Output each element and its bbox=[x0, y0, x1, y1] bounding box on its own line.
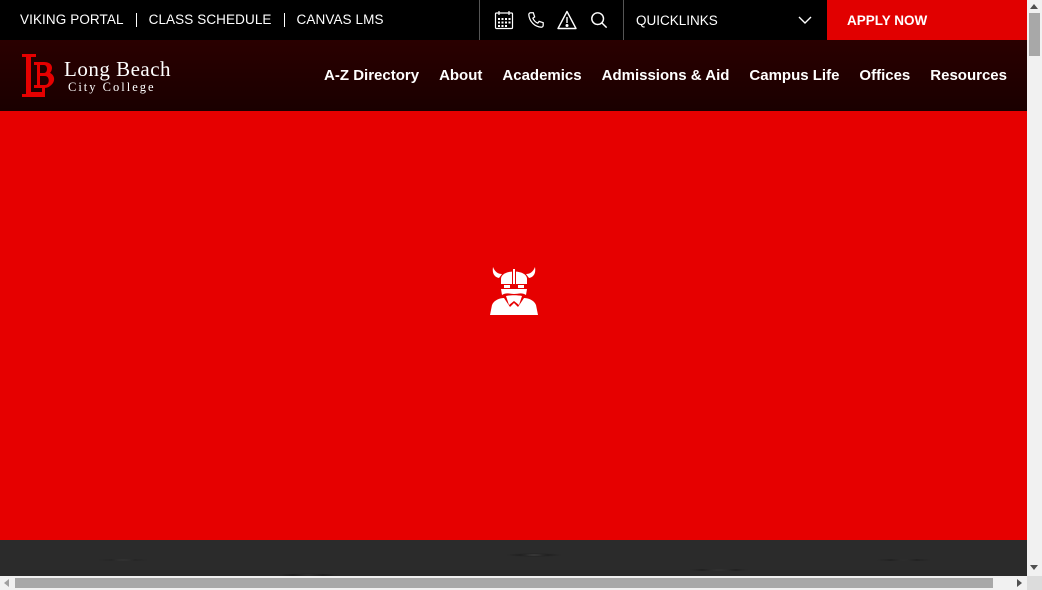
apply-now-button[interactable]: APPLY NOW bbox=[827, 0, 1027, 40]
lbcc-logo[interactable]: Long Beach City College bbox=[18, 52, 171, 100]
horizontal-scrollbar[interactable] bbox=[0, 576, 1027, 590]
hero-loading-area bbox=[0, 111, 1027, 540]
logo-wordmark: Long Beach City College bbox=[64, 58, 171, 94]
nav-item-admissions-aid[interactable]: Admissions & Aid bbox=[602, 67, 730, 84]
logo-line-2: City College bbox=[68, 80, 156, 94]
nav-item-campus-life[interactable]: Campus Life bbox=[749, 67, 839, 84]
page-viewport: VIKING PORTAL CLASS SCHEDULE CANVAS LMS bbox=[0, 0, 1027, 576]
vertical-scroll-thumb[interactable] bbox=[1029, 13, 1040, 56]
quicklinks-label: QUICKLINKS bbox=[636, 12, 718, 28]
class-schedule-link[interactable]: CLASS SCHEDULE bbox=[135, 13, 284, 27]
nav-item-az-directory[interactable]: A-Z Directory bbox=[324, 67, 419, 84]
viking-portal-link[interactable]: VIKING PORTAL bbox=[20, 13, 136, 27]
nav-item-about[interactable]: About bbox=[439, 67, 482, 84]
main-nav: A-Z Directory About Academics Admissions… bbox=[304, 40, 1007, 111]
horizontal-scroll-thumb[interactable] bbox=[15, 578, 993, 588]
scroll-left-arrow-icon[interactable] bbox=[4, 579, 9, 587]
nav-item-resources[interactable]: Resources bbox=[930, 67, 1007, 84]
utility-icons bbox=[479, 0, 624, 40]
canvas-lms-link[interactable]: CANVAS LMS bbox=[283, 13, 396, 27]
utility-links: VIKING PORTAL CLASS SCHEDULE CANVAS LMS bbox=[20, 0, 396, 40]
calendar-icon[interactable] bbox=[493, 9, 515, 31]
lb-monogram-icon bbox=[22, 54, 55, 97]
scroll-right-arrow-icon[interactable] bbox=[1017, 579, 1022, 587]
chevron-down-icon bbox=[797, 12, 813, 28]
main-header: Long Beach City College A-Z Directory Ab… bbox=[0, 40, 1027, 111]
decorative-texture-band bbox=[0, 540, 1027, 576]
utility-bar: VIKING PORTAL CLASS SCHEDULE CANVAS LMS bbox=[0, 0, 1027, 40]
scroll-up-arrow-icon[interactable] bbox=[1030, 4, 1038, 9]
scrollbar-corner bbox=[1027, 576, 1042, 590]
logo-line-1: Long Beach bbox=[64, 57, 172, 81]
viking-mascot-icon bbox=[490, 267, 538, 315]
vertical-scrollbar[interactable] bbox=[1027, 0, 1042, 576]
search-icon[interactable] bbox=[588, 9, 610, 31]
nav-item-offices[interactable]: Offices bbox=[859, 67, 910, 84]
alert-icon[interactable] bbox=[556, 9, 578, 31]
scroll-down-arrow-icon[interactable] bbox=[1030, 565, 1038, 570]
phone-icon[interactable] bbox=[525, 9, 547, 31]
nav-item-academics[interactable]: Academics bbox=[502, 67, 581, 84]
quicklinks-dropdown[interactable]: QUICKLINKS bbox=[624, 0, 827, 40]
